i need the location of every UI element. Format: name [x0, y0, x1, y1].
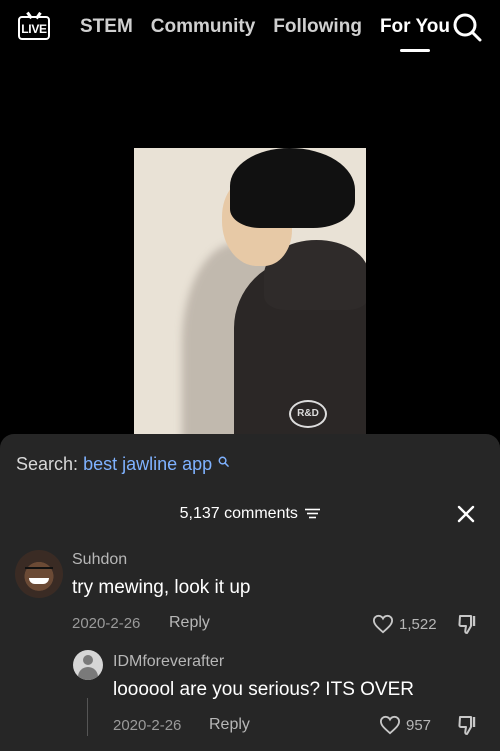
comment-text: try mewing, look it up	[72, 577, 251, 598]
tab-stem[interactable]: STEM	[80, 16, 133, 38]
avatar[interactable]	[15, 550, 63, 598]
like-count: 957	[406, 717, 432, 734]
avatar-head	[83, 655, 93, 665]
reply-button[interactable]: Reply	[169, 614, 210, 632]
avatar-glasses	[25, 567, 53, 573]
tab-following[interactable]: Following	[273, 16, 362, 38]
comment-date: 2020-2-26	[72, 615, 141, 632]
dislike-icon[interactable]	[457, 613, 479, 635]
filter-icon[interactable]	[305, 508, 321, 519]
live-tv-icon[interactable]: LIVE	[18, 11, 50, 42]
like-count: 1,522	[399, 616, 437, 633]
comment-text: loooool are you serious? ITS OVER	[113, 679, 414, 700]
thread-line	[87, 698, 88, 736]
comment-username[interactable]: IDMforeverafter	[113, 653, 224, 671]
heart-icon[interactable]	[372, 614, 394, 634]
tab-for-you[interactable]: For You	[380, 16, 450, 38]
search-prefix: Search:	[16, 454, 79, 474]
search-icon[interactable]	[452, 12, 482, 42]
hoodie-logo: R&D	[289, 400, 327, 428]
feed-tabs: STEM Community Following For You	[80, 16, 468, 38]
heart-icon[interactable]	[379, 715, 401, 735]
avatar[interactable]	[73, 650, 103, 680]
top-nav: LIVE STEM Community Following For You	[0, 0, 500, 60]
avatar-body	[78, 667, 98, 680]
dislike-icon[interactable]	[457, 714, 479, 736]
avatar-smile	[29, 578, 49, 584]
reply-button[interactable]: Reply	[209, 716, 250, 734]
video-player[interactable]: R&D	[134, 148, 366, 438]
comment-username[interactable]: Suhdon	[72, 551, 127, 569]
search-suggestion[interactable]: Search: best jawline app	[16, 454, 229, 475]
comment-date: 2020-2-26	[113, 717, 182, 734]
comment-count-row: 5,137 comments	[0, 505, 500, 523]
hair	[230, 148, 355, 228]
search-query[interactable]: best jawline app	[83, 454, 212, 474]
tab-community[interactable]: Community	[151, 16, 256, 38]
comment-count: 5,137 comments	[179, 505, 298, 522]
live-label: LIVE	[21, 22, 47, 36]
close-icon[interactable]	[456, 504, 476, 524]
mini-search-icon	[218, 456, 229, 467]
